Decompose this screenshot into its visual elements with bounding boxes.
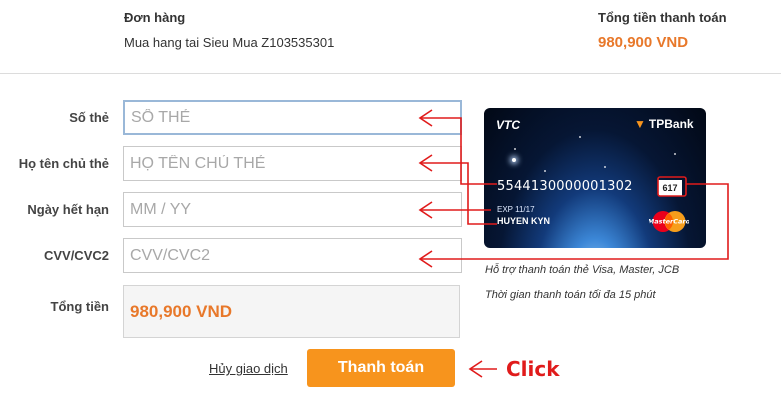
order-label: Đơn hàng [124,10,186,25]
card-image-expiry: EXP 11/17 [497,205,535,214]
card-image-number: 5544130000001302 [497,179,633,194]
total-label: Tổng tiền [50,299,110,314]
expiry-input[interactable] [123,192,462,227]
card-holder-input[interactable] [123,146,462,181]
card-star [512,158,516,162]
tpbank-mark-icon: ▼ [634,117,646,131]
card-image-cvv: 617 [658,180,682,196]
total-payment-info: Tổng tiền thanh toán 980,900 VND [598,10,727,51]
click-arrow-icon [468,360,483,378]
card-star [544,170,546,172]
card-number-input[interactable] [123,100,462,135]
header-divider [0,73,781,74]
total-amount-box: 980,900 VND [123,285,460,338]
card-image-holder: HUYEN KYN [497,216,551,226]
sample-card-image: VTC ▼ TPBank 5544130000001302 617 EXP 11/… [484,108,706,248]
tpbank-logo-text: TPBank [648,117,694,131]
order-info: Đơn hàng Mua hang tai Sieu Mua Z10353530… [124,10,334,50]
payment-time-note: Thời gian thanh toán tối đa 15 phút [485,289,656,301]
card-star [514,148,516,150]
total-payment-amount: 980,900 VND [598,34,689,51]
tpbank-logo: ▼ TPBank [634,117,694,131]
vtc-logo: VTC [496,118,520,132]
supported-cards-note: Hỗ trợ thanh toán thẻ Visa, Master, JCB [485,264,680,276]
card-star [604,166,606,168]
card-holder-label: Họ tên chủ thẻ [18,156,109,171]
cvv-input[interactable] [123,238,462,273]
mastercard-logo-text: MasterCard [649,218,689,226]
cvv-label: CVV/CVC2 [43,248,109,263]
total-payment-label: Tổng tiền thanh toán [598,10,727,25]
card-number-label: Số thẻ [69,110,109,125]
expiry-label: Ngày hết hạn [27,202,109,217]
order-description: Mua hang tai Sieu Mua Z103535301 [124,35,335,50]
cancel-transaction-link[interactable]: Hủy giao dịch [209,361,288,376]
mastercard-logo-icon: MasterCard [649,211,689,232]
click-annotation-label: Click [506,357,560,381]
pay-button[interactable]: Thanh toán [307,349,455,387]
card-star [674,153,676,155]
card-star [579,136,581,138]
